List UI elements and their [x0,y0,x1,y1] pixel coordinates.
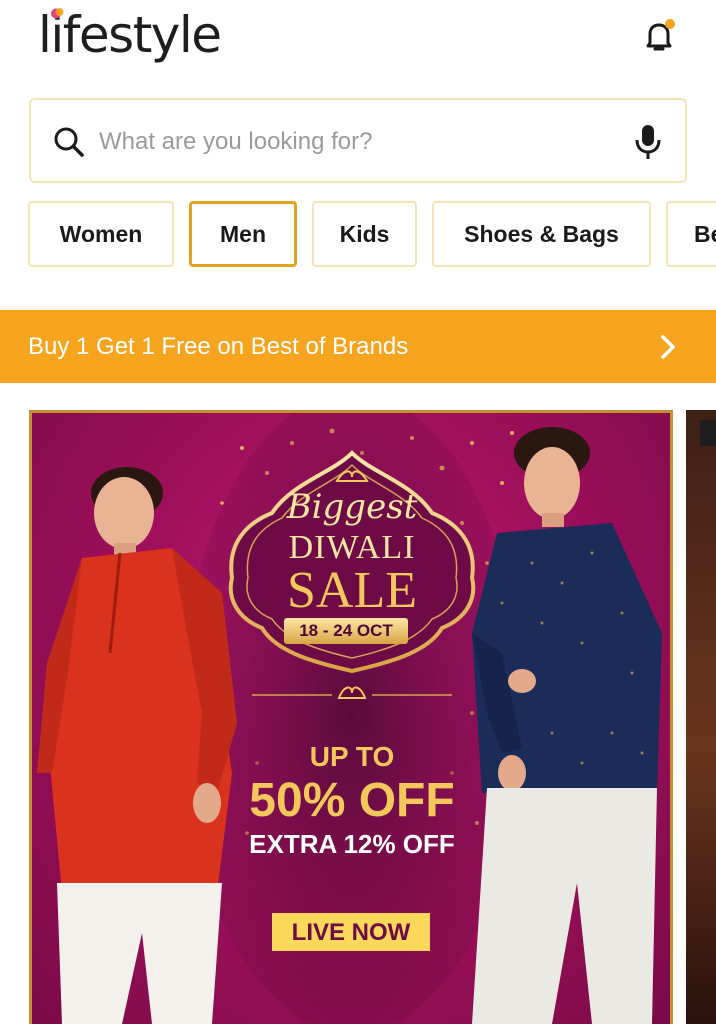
chevron-right-icon[interactable] [660,334,676,360]
search-input[interactable] [99,124,599,160]
bell-icon[interactable] [640,16,680,56]
live-now-button[interactable]: LIVE NOW [272,919,430,947]
app-header: lifestyle [0,0,716,90]
banner-dates: 18 - 24 OCT [299,621,393,640]
category-kids[interactable]: Kids [312,201,417,267]
lifestyle-logo[interactable]: lifestyle [38,4,222,66]
category-beauty[interactable]: Be [666,201,716,267]
mic-icon[interactable] [631,122,665,162]
banner-heading-sale: SALE [287,562,417,619]
search-icon[interactable] [51,124,87,160]
promo-banner[interactable]: Buy 1 Get 1 Free on Best of Brands [0,310,716,383]
category-shoes-bags[interactable]: Shoes & Bags [432,201,651,267]
banner-heading-script: Biggest [286,487,418,527]
category-chips: Women Men Kids Shoes & Bags Be [28,201,716,269]
diwali-sale-banner[interactable]: Biggest DIWALI SALE 18 - 24 OCT UP TO 50… [29,410,673,1024]
search-bar[interactable] [29,98,687,183]
next-banner-tag [700,420,716,446]
banner-discount: 50% OFF [249,774,455,827]
promo-text: Buy 1 Get 1 Free on Best of Brands [28,332,409,360]
category-men[interactable]: Men [189,201,297,267]
category-women[interactable]: Women [28,201,174,267]
banner-extra-offer: EXTRA 12% OFF [249,829,455,859]
next-banner-card[interactable] [686,410,716,1024]
logo-dot-icon [51,8,64,19]
model-right [472,427,662,1024]
banner-up-to: UP TO [309,741,395,772]
